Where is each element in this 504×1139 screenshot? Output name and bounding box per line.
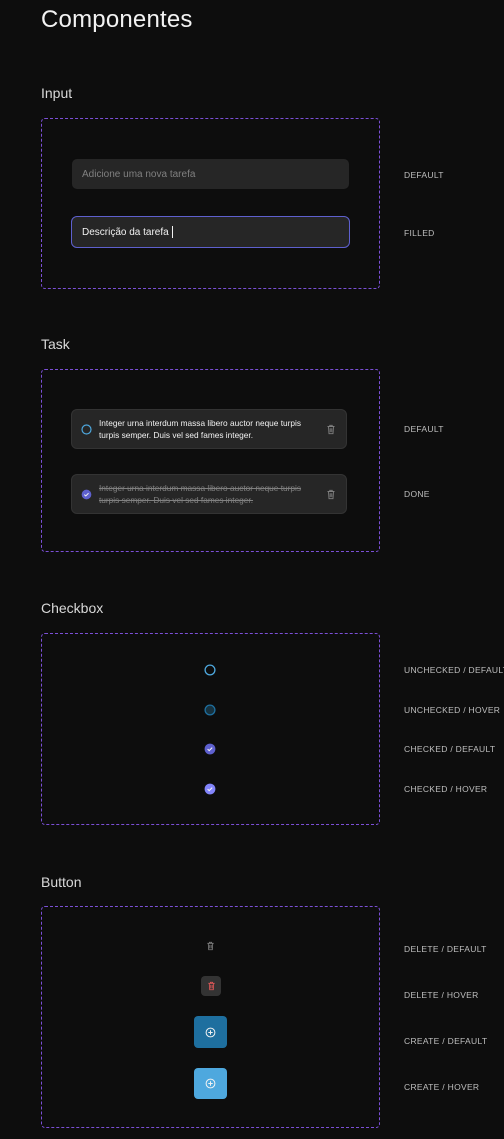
state-label-task-done: DONE [404, 489, 430, 499]
trash-icon [206, 941, 214, 951]
trash-icon[interactable] [326, 489, 336, 500]
task-text-done: Integer urna interdum massa libero aucto… [99, 483, 302, 505]
trash-icon[interactable] [326, 424, 336, 435]
state-label-input-default: DEFAULT [404, 170, 444, 180]
check-icon[interactable] [81, 489, 92, 500]
checkbox-unchecked-hover[interactable] [204, 704, 216, 716]
delete-button-hover[interactable] [201, 976, 221, 996]
task-input-default[interactable]: Adicione uma nova tarefa [71, 158, 350, 190]
create-button-default[interactable] [194, 1016, 227, 1048]
create-button-hover[interactable] [194, 1068, 227, 1099]
checkbox-checked-hover[interactable] [204, 783, 216, 795]
state-label-input-filled: FILLED [404, 228, 435, 238]
task-text: Integer urna interdum massa libero aucto… [99, 418, 302, 440]
delete-button-default[interactable] [202, 937, 218, 955]
plus-circle-icon [205, 1078, 216, 1089]
state-label-create-default: CREATE / DEFAULT [404, 1036, 488, 1046]
input-value: Descrição da tarefa [82, 226, 169, 238]
page-title: Componentes [41, 6, 193, 33]
input-frame [41, 118, 380, 289]
state-label-checked-hover: CHECKED / HOVER [404, 784, 488, 794]
checkbox-checked-default[interactable] [204, 743, 216, 755]
plus-circle-icon [205, 1027, 216, 1037]
section-title-checkbox: Checkbox [41, 600, 104, 616]
task-input-filled[interactable]: Descrição da tarefa [71, 216, 350, 248]
state-label-task-default: DEFAULT [404, 424, 444, 434]
task-item-done: Integer urna interdum massa libero aucto… [71, 474, 347, 514]
checkbox-frame [41, 633, 380, 825]
text-caret [171, 226, 173, 238]
section-title-button: Button [41, 874, 82, 890]
circle-icon[interactable] [81, 424, 92, 435]
state-label-create-hover: CREATE / HOVER [404, 1082, 480, 1092]
task-item-default: Integer urna interdum massa libero aucto… [71, 409, 347, 449]
section-title-input: Input [41, 85, 73, 101]
task-frame [41, 369, 380, 552]
state-label-unchecked-hover: UNCHECKED / HOVER [404, 705, 501, 715]
state-label-delete-default: DELETE / DEFAULT [404, 944, 487, 954]
input-placeholder: Adicione uma nova tarefa [82, 168, 196, 180]
checkbox-unchecked-default[interactable] [204, 664, 216, 676]
section-title-task: Task [41, 336, 70, 352]
trash-icon [207, 981, 215, 991]
state-label-unchecked-default: UNCHECKED / DEFAULT [404, 665, 504, 675]
state-label-checked-default: CHECKED / DEFAULT [404, 744, 496, 754]
state-label-delete-hover: DELETE / HOVER [404, 990, 479, 1000]
